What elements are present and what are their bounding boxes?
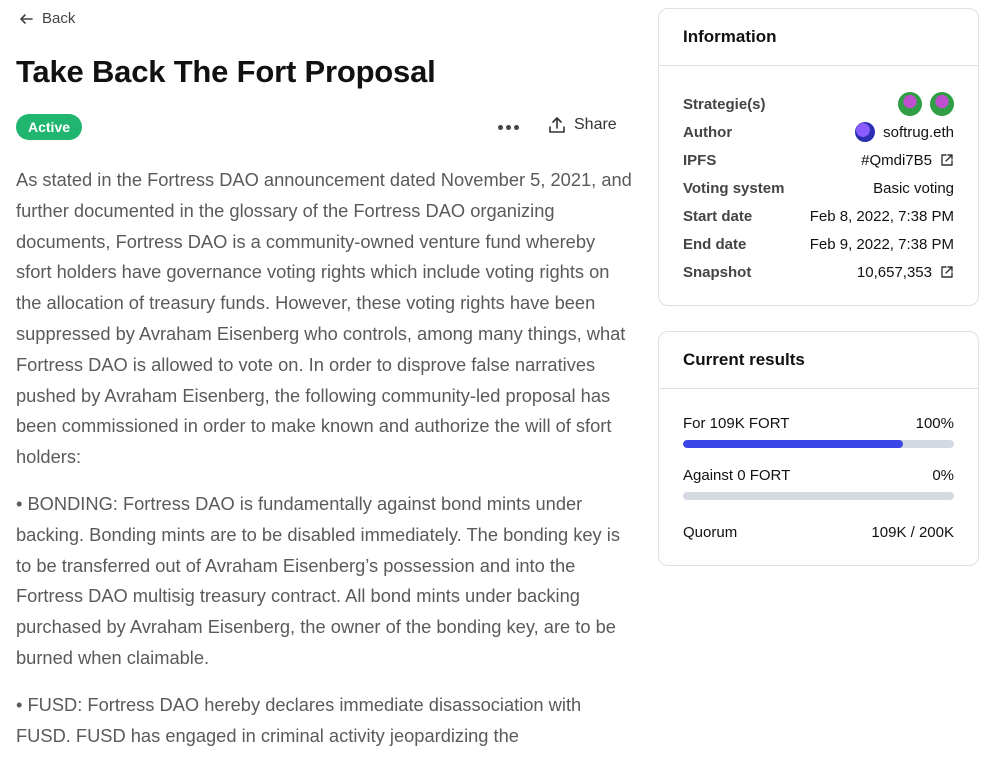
progress-fill xyxy=(683,440,903,448)
body-paragraph: • BONDING: Fortress DAO is fundamentally… xyxy=(16,492,620,668)
more-dots-icon xyxy=(497,124,503,130)
share-icon xyxy=(549,117,565,133)
info-key: IPFS xyxy=(683,151,717,169)
info-key: Author xyxy=(683,123,733,141)
external-link-icon xyxy=(941,154,953,166)
info-row-ipfs: IPFS #Qmdi7B5 xyxy=(683,146,954,174)
more-options-button[interactable] xyxy=(496,116,520,138)
quorum-row: Quorum 109K / 200K xyxy=(683,524,954,541)
start-date-value: Feb 8, 2022, 7:38 PM xyxy=(809,207,954,225)
body-paragraph: • FUSD: Fortress DAO hereby declares imm… xyxy=(16,693,582,746)
arrow-left-icon xyxy=(20,13,33,24)
choice-label: For 109K FORT xyxy=(683,415,790,432)
progress-bar xyxy=(683,440,954,448)
info-key: Start date xyxy=(683,207,753,225)
voting-system-value: Basic voting xyxy=(873,179,954,197)
snapshot-link[interactable]: 10,657,353 xyxy=(857,264,954,281)
more-dots-icon xyxy=(505,124,511,130)
choice-percent: 0% xyxy=(932,467,954,484)
back-link[interactable]: Back xyxy=(18,10,75,27)
choice-label: Against 0 FORT xyxy=(683,467,791,484)
info-row-author: Author softrug.eth xyxy=(683,118,954,146)
quorum-value: 109K / 200K xyxy=(871,524,954,541)
result-choice-against: Against 0 FORT 0% xyxy=(683,467,954,500)
more-dots-icon xyxy=(513,124,519,130)
snapshot-block: 10,657,353 xyxy=(856,263,932,281)
body-paragraph: As stated in the Fortress DAO announceme… xyxy=(16,169,632,468)
info-key: Voting system xyxy=(683,179,785,197)
external-link-icon xyxy=(941,266,953,278)
ipfs-link[interactable]: #Qmdi7B5 xyxy=(861,152,954,169)
info-key: End date xyxy=(683,235,747,253)
proposal-title: Take Back The Fort Proposal xyxy=(16,54,436,89)
author-link[interactable]: softrug.eth xyxy=(855,122,954,142)
info-row-end-date: End date Feb 9, 2022, 7:38 PM xyxy=(683,230,954,258)
information-card: Information Strategie(s) Author softrug.… xyxy=(658,8,979,306)
status-badge: Active xyxy=(16,114,83,140)
info-key: Snapshot xyxy=(683,263,752,281)
progress-bar xyxy=(683,492,954,500)
info-row-strategies: Strategie(s) xyxy=(683,90,954,118)
proposal-body: As stated in the Fortress DAO announceme… xyxy=(16,165,632,767)
results-heading: Current results xyxy=(659,332,978,389)
results-card: Current results For 109K FORT 100% Again… xyxy=(658,331,979,566)
ipfs-hash: #Qmdi7B5 xyxy=(861,151,932,169)
choice-percent: 100% xyxy=(915,415,954,432)
end-date-value: Feb 9, 2022, 7:38 PM xyxy=(809,235,954,253)
information-heading: Information xyxy=(659,9,978,66)
back-label: Back xyxy=(42,10,76,27)
author-avatar-icon xyxy=(855,122,876,142)
share-button[interactable]: Share xyxy=(548,116,617,134)
info-key: Strategie(s) xyxy=(683,95,766,113)
strategy-icon xyxy=(898,92,922,116)
quorum-label: Quorum xyxy=(683,524,738,541)
author-name: softrug.eth xyxy=(883,123,954,141)
result-choice-for: For 109K FORT 100% xyxy=(683,415,954,448)
info-row-voting-system: Voting system Basic voting xyxy=(683,174,954,202)
strategies-avatars[interactable] xyxy=(898,92,954,116)
share-label: Share xyxy=(574,116,617,133)
info-row-start-date: Start date Feb 8, 2022, 7:38 PM xyxy=(683,202,954,230)
strategy-icon xyxy=(930,92,954,116)
info-row-snapshot: Snapshot 10,657,353 xyxy=(683,258,954,286)
